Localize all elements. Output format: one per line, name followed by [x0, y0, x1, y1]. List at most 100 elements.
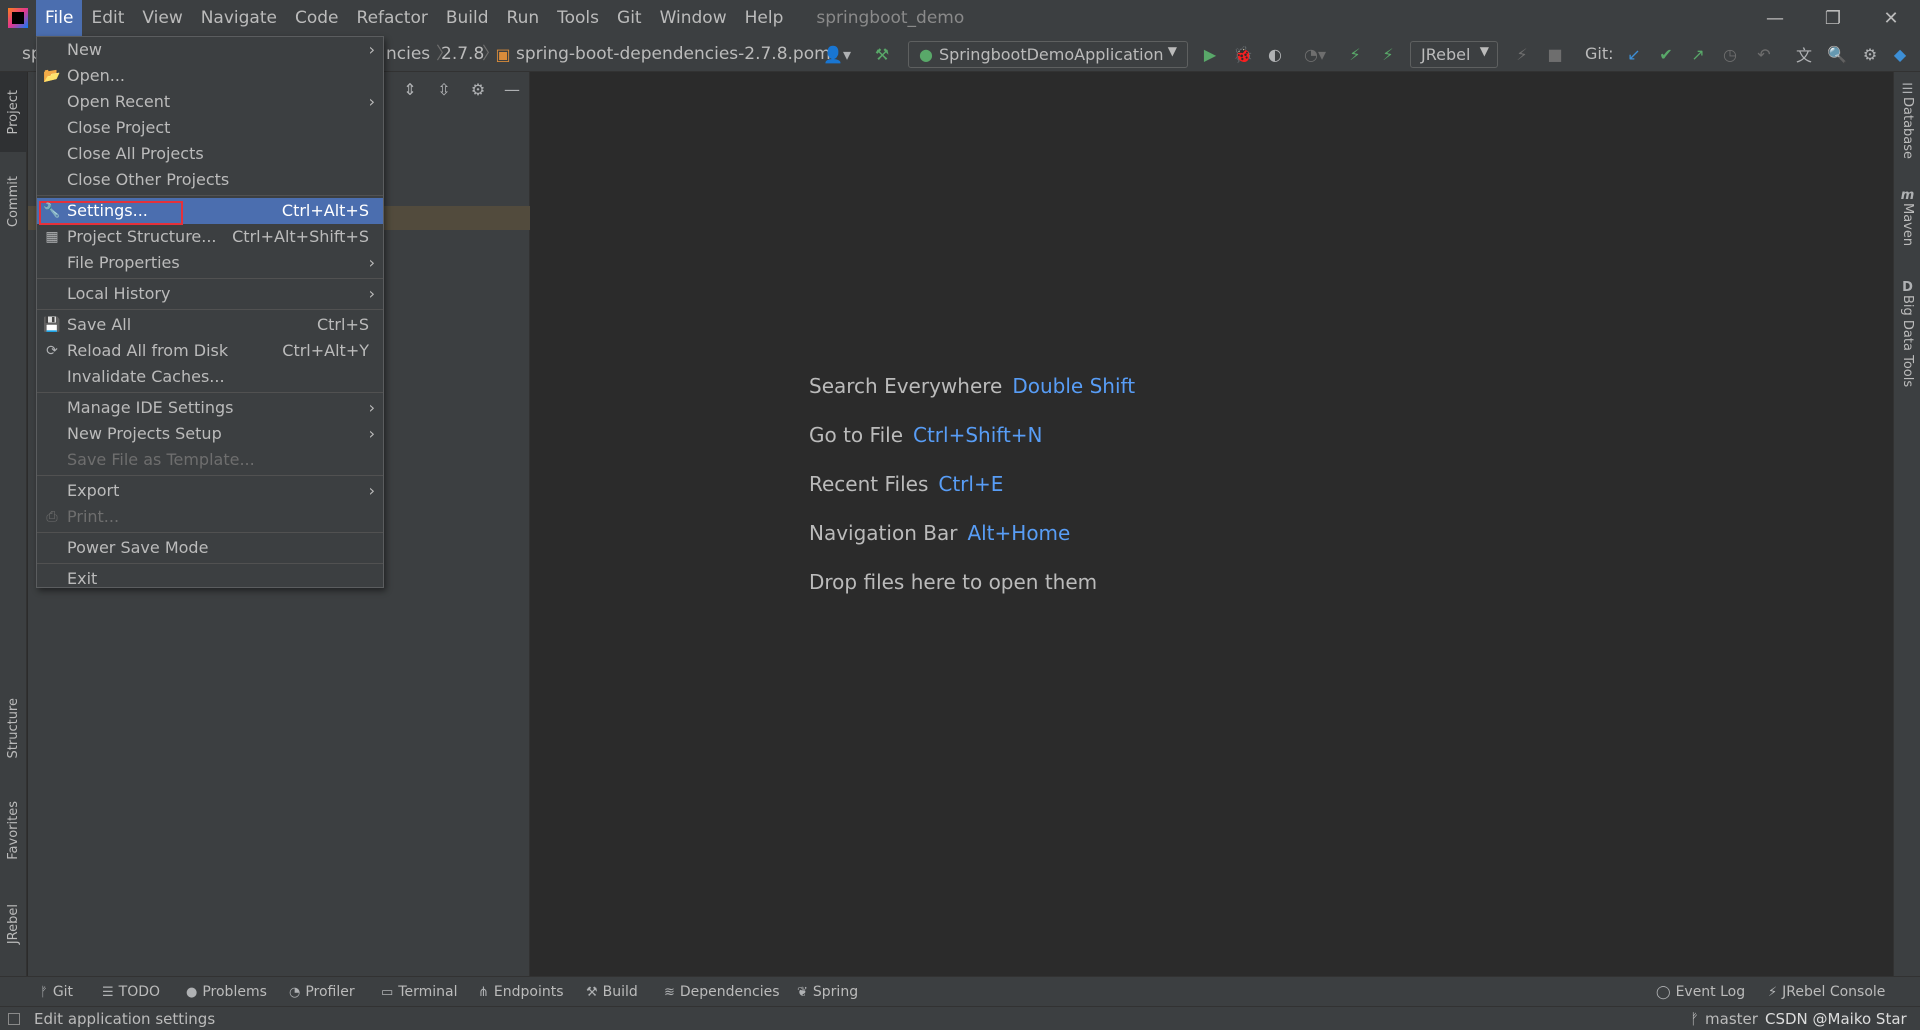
- menu-item-label: Project Structure...: [67, 227, 217, 246]
- menu-item-label: Close All Projects: [67, 144, 204, 163]
- jrebel-run-icon[interactable]: ⚡: [1345, 44, 1365, 64]
- hint-shortcut: Ctrl+Shift+N: [913, 423, 1043, 447]
- tool-dependencies-label: Dependencies: [679, 984, 780, 1000]
- tool-git[interactable]: ᚠ Git: [40, 977, 73, 1007]
- menu-refactor[interactable]: Refactor: [348, 0, 437, 36]
- tool-dependencies[interactable]: ≋ Dependencies: [664, 977, 780, 1007]
- collapse-all-icon[interactable]: ⇳: [427, 72, 461, 106]
- jrebel-sync-icon[interactable]: ⚡: [1512, 44, 1532, 64]
- close-window-button[interactable]: ✕: [1862, 0, 1920, 36]
- run-icon[interactable]: ▶: [1200, 44, 1220, 64]
- search-icon[interactable]: 🔍: [1827, 44, 1847, 64]
- tool-profiler[interactable]: ◔ Profiler: [289, 977, 355, 1007]
- minimize-button[interactable]: —: [1746, 0, 1804, 36]
- menu-separator: [37, 309, 383, 310]
- list-icon: ☰: [102, 985, 114, 1000]
- gear-icon[interactable]: ⚙: [461, 72, 495, 106]
- menu-code[interactable]: Code: [286, 0, 348, 36]
- chevron-right-icon: ›: [368, 92, 375, 111]
- tool-event-log[interactable]: ◯ Event Log: [1656, 977, 1745, 1007]
- git-update-icon[interactable]: ↙: [1624, 44, 1644, 64]
- tool-spring[interactable]: ❦ Spring: [797, 977, 858, 1007]
- menu-window[interactable]: Window: [651, 0, 736, 36]
- toolbox-icon[interactable]: ◆: [1890, 44, 1910, 64]
- menu-item-reload-all[interactable]: ⟳ Reload All from Disk Ctrl+Alt+Y: [37, 338, 383, 364]
- event-log-icon: ◯: [1656, 985, 1671, 1000]
- status-toggle-icon[interactable]: [8, 1013, 20, 1025]
- menu-item-local-history[interactable]: Local History ›: [37, 281, 383, 307]
- tab-big-data-tools[interactable]: D Big Data Tools: [1894, 280, 1920, 387]
- menu-item-export[interactable]: Export ›: [37, 478, 383, 504]
- tool-terminal[interactable]: ▭ Terminal: [381, 977, 457, 1007]
- profile-icon[interactable]: ◔▾: [1298, 44, 1332, 64]
- jrebel-debug-icon[interactable]: ⚡: [1378, 44, 1398, 64]
- breadcrumb-file[interactable]: spring-boot-dependencies-2.7.8.pom: [516, 36, 831, 72]
- menu-item-new[interactable]: New ›: [37, 37, 383, 63]
- account-icon[interactable]: 👤▾: [820, 44, 854, 64]
- run-configuration-label: SpringbootDemoApplication: [938, 45, 1164, 64]
- tool-endpoints[interactable]: ⋔ Endpoints: [478, 977, 564, 1007]
- menu-item-open[interactable]: 📂 Open...: [37, 63, 383, 89]
- menu-run[interactable]: Run: [498, 0, 549, 36]
- breadcrumb-dependencies[interactable]: ncies: [386, 36, 430, 72]
- tab-database[interactable]: ☰ Database: [1894, 82, 1920, 159]
- menu-item-settings[interactable]: 🔧 Settings... Ctrl+Alt+S: [37, 198, 383, 225]
- expand-all-icon[interactable]: ⇕: [393, 72, 427, 106]
- git-push-icon[interactable]: ↗: [1688, 44, 1708, 64]
- stop-icon[interactable]: ■: [1545, 44, 1565, 64]
- git-rollback-icon[interactable]: ↶: [1754, 44, 1774, 64]
- debug-icon[interactable]: 🐞: [1233, 44, 1253, 64]
- menu-build[interactable]: Build: [437, 0, 498, 36]
- menu-separator: [37, 563, 383, 564]
- git-commit-icon[interactable]: ✔: [1656, 44, 1676, 64]
- menu-help[interactable]: Help: [736, 0, 793, 36]
- restore-button[interactable]: ❐: [1804, 0, 1862, 36]
- git-branch-widget[interactable]: ᚠ master: [1690, 1007, 1758, 1030]
- tab-maven[interactable]: m Maven: [1894, 188, 1920, 246]
- tool-todo[interactable]: ☰ TODO: [102, 977, 160, 1007]
- tool-jrebel-console[interactable]: ⚡ JRebel Console: [1768, 977, 1885, 1007]
- breadcrumb-version[interactable]: 2.7.8: [441, 36, 484, 72]
- menu-view[interactable]: View: [133, 0, 191, 36]
- menu-item-power-save-mode[interactable]: Power Save Mode: [37, 535, 383, 561]
- jrebel-selector[interactable]: JRebel ▼: [1410, 41, 1498, 68]
- menu-item-close-project[interactable]: Close Project: [37, 115, 383, 141]
- chevron-right-icon: ›: [368, 481, 375, 500]
- menu-item-new-projects-setup[interactable]: New Projects Setup ›: [37, 421, 383, 447]
- tab-jrebel[interactable]: JRebel: [0, 892, 27, 956]
- menu-item-close-other-projects[interactable]: Close Other Projects: [37, 167, 383, 193]
- menu-item-save-all[interactable]: 💾 Save All Ctrl+S: [37, 312, 383, 338]
- menu-navigate[interactable]: Navigate: [192, 0, 286, 36]
- gear-icon[interactable]: ⚙: [1860, 44, 1880, 64]
- coverage-icon[interactable]: ◐: [1265, 44, 1285, 64]
- build-hammer-icon[interactable]: ⚒: [872, 44, 892, 64]
- menu-item-label: Local History: [67, 284, 171, 303]
- menu-file[interactable]: File: [36, 0, 83, 36]
- menu-item-close-all-projects[interactable]: Close All Projects: [37, 141, 383, 167]
- menu-item-manage-ide-settings[interactable]: Manage IDE Settings ›: [37, 395, 383, 421]
- big-data-icon: D: [1902, 280, 1913, 295]
- tab-structure[interactable]: Structure: [0, 688, 27, 768]
- menu-item-exit[interactable]: Exit: [37, 566, 383, 592]
- tab-commit[interactable]: Commit: [0, 162, 27, 242]
- menu-edit[interactable]: Edit: [82, 0, 133, 36]
- hide-icon[interactable]: —: [495, 72, 529, 106]
- run-configuration-selector[interactable]: ● SpringbootDemoApplication ▼: [908, 41, 1188, 68]
- menu-item-project-structure[interactable]: ▦ Project Structure... Ctrl+Alt+Shift+S: [37, 224, 383, 250]
- translate-icon[interactable]: 文: [1794, 44, 1814, 65]
- menu-item-open-recent[interactable]: Open Recent ›: [37, 89, 383, 115]
- menu-item-label: Power Save Mode: [67, 538, 209, 557]
- tool-build[interactable]: ⚒ Build: [586, 977, 638, 1007]
- menu-item-invalidate-caches[interactable]: Invalidate Caches...: [37, 364, 383, 390]
- tab-maven-label: Maven: [1900, 203, 1915, 247]
- menu-tools[interactable]: Tools: [548, 0, 608, 36]
- tool-problems[interactable]: ● Problems: [186, 977, 267, 1007]
- menu-item-label: Save File as Template...: [67, 450, 255, 469]
- git-history-icon[interactable]: ◷: [1720, 44, 1740, 64]
- menu-item-file-properties[interactable]: File Properties ›: [37, 250, 383, 276]
- save-icon: 💾: [43, 317, 61, 333]
- tab-project[interactable]: Project: [0, 72, 27, 152]
- tab-favorites[interactable]: Favorites: [0, 788, 27, 872]
- menu-item-label: Close Other Projects: [67, 170, 230, 189]
- menu-git[interactable]: Git: [608, 0, 651, 36]
